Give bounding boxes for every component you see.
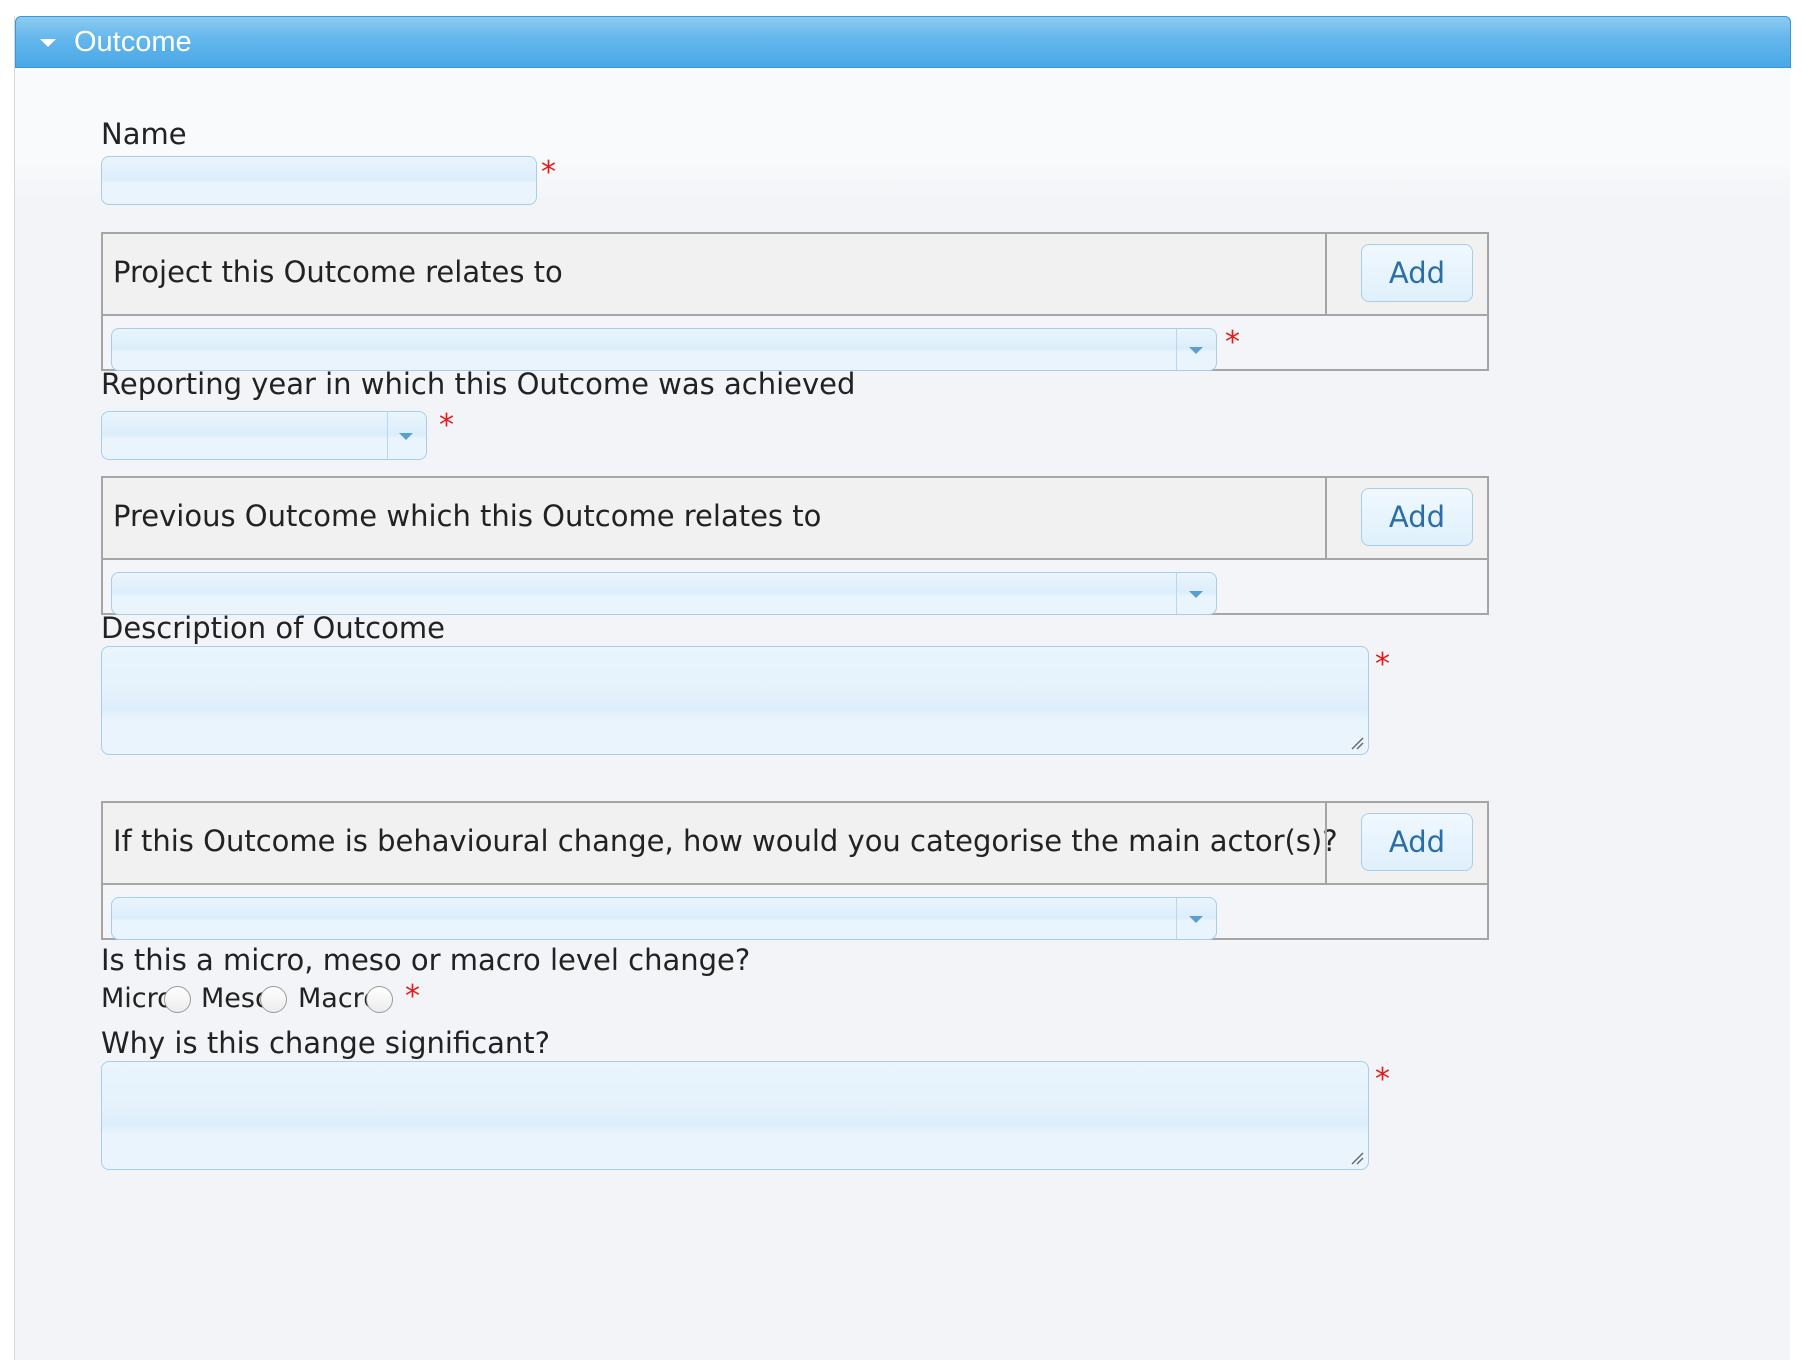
select-divider — [1176, 573, 1177, 614]
select-divider — [1176, 329, 1177, 370]
reporting-year-label: Reporting year in which this Outcome was… — [101, 367, 856, 401]
panel-header[interactable]: Outcome — [15, 16, 1791, 68]
radio-macro[interactable] — [366, 986, 393, 1013]
project-select[interactable] — [111, 328, 1217, 371]
actor-select[interactable] — [111, 897, 1217, 940]
project-box: Project this Outcome relates to Add * — [101, 232, 1489, 371]
name-input[interactable] — [101, 156, 537, 205]
actor-box: If this Outcome is behavioural change, h… — [101, 801, 1489, 940]
project-box-header: Project this Outcome relates to Add — [103, 234, 1487, 316]
description-textarea[interactable] — [101, 646, 1369, 755]
description-required-marker: * — [1375, 647, 1390, 682]
chevron-down-icon[interactable] — [399, 432, 413, 440]
outcome-panel: Outcome Name * Project this Outcome rela… — [14, 16, 1791, 1360]
level-change-label: Is this a micro, meso or macro level cha… — [101, 943, 751, 977]
add-project-button[interactable]: Add — [1361, 244, 1473, 302]
radio-label-micro: Micro — [101, 983, 174, 1014]
significance-required-marker: * — [1375, 1062, 1390, 1097]
actor-label: If this Outcome is behavioural change, h… — [113, 824, 1338, 858]
previous-outcome-select[interactable] — [111, 572, 1217, 615]
reporting-year-select[interactable] — [101, 411, 427, 460]
significance-textarea[interactable] — [101, 1061, 1369, 1170]
actor-box-header: If this Outcome is behavioural change, h… — [103, 803, 1487, 885]
add-previous-outcome-button[interactable]: Add — [1361, 488, 1473, 546]
select-divider — [387, 412, 388, 459]
resize-grip-icon[interactable] — [1350, 1151, 1364, 1165]
description-label: Description of Outcome — [101, 611, 445, 645]
chevron-down-icon[interactable] — [1189, 590, 1203, 598]
name-label: Name — [101, 117, 187, 151]
previous-outcome-box-header: Previous Outcome which this Outcome rela… — [103, 478, 1487, 560]
header-divider — [1325, 234, 1327, 314]
select-divider — [1176, 898, 1177, 939]
radio-micro[interactable] — [164, 986, 191, 1013]
header-divider — [1325, 803, 1327, 883]
project-label: Project this Outcome relates to — [113, 255, 563, 289]
reporting-year-required-marker: * — [439, 408, 454, 443]
triangle-down-icon[interactable] — [40, 39, 56, 47]
resize-grip-icon[interactable] — [1350, 736, 1364, 750]
previous-outcome-box: Previous Outcome which this Outcome rela… — [101, 476, 1489, 615]
header-divider — [1325, 478, 1327, 558]
panel-title: Outcome — [74, 26, 192, 58]
level-required-marker: * — [405, 979, 420, 1014]
chevron-down-icon[interactable] — [1189, 346, 1203, 354]
previous-outcome-label: Previous Outcome which this Outcome rela… — [113, 499, 822, 533]
significance-label: Why is this change significant? — [101, 1026, 551, 1060]
name-required-marker: * — [541, 155, 556, 190]
radio-meso[interactable] — [260, 986, 287, 1013]
project-required-marker: * — [1225, 325, 1240, 360]
add-actor-button[interactable]: Add — [1361, 813, 1473, 871]
chevron-down-icon[interactable] — [1189, 915, 1203, 923]
